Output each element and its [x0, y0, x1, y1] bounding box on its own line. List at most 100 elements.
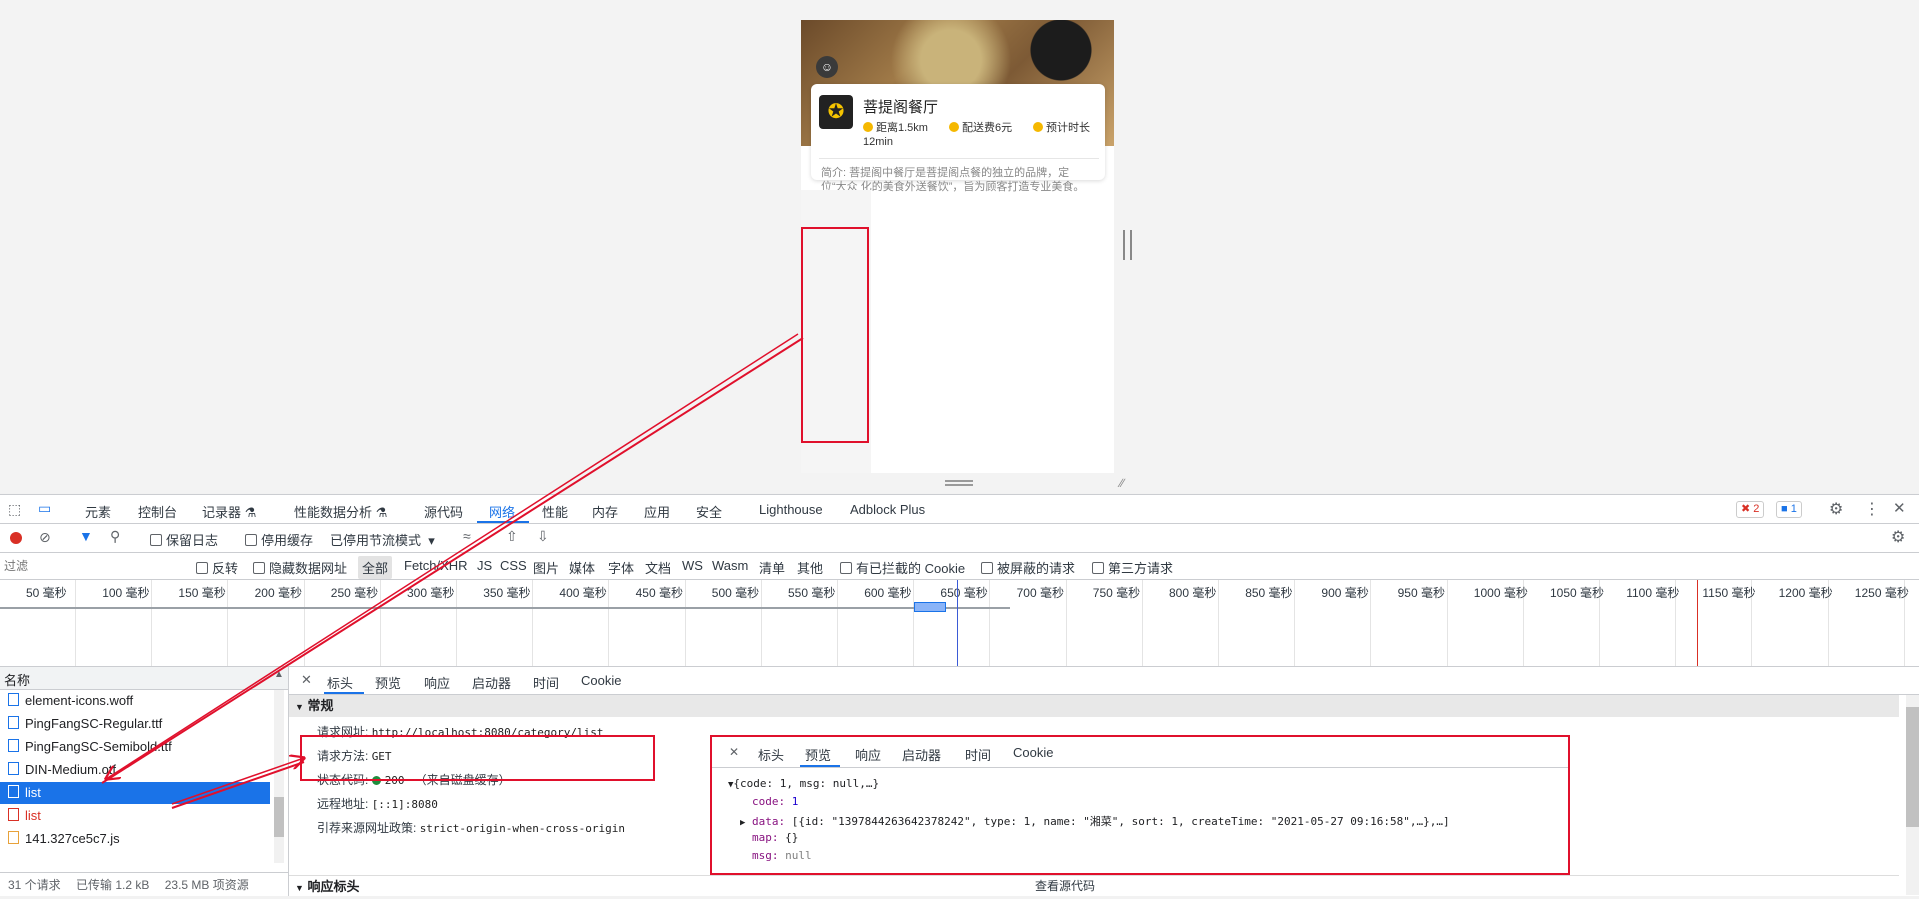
request-row[interactable]: PingFangSC-Semibold.ttf — [0, 736, 270, 758]
network-settings-icon[interactable]: ⚙ — [1891, 527, 1905, 547]
close-details-icon[interactable]: ✕ — [301, 672, 312, 688]
timeline-tick-label: 750 毫秒 — [1092, 586, 1141, 600]
active-preview-tab-indicator — [800, 765, 840, 767]
preview-tab-response[interactable]: 响应 — [855, 745, 881, 764]
filter-type-img[interactable]: 图片 — [533, 558, 559, 577]
json-root-row[interactable]: ▼{code: 1, msg: null,…} — [728, 777, 879, 790]
tab-security[interactable]: 安全 — [696, 502, 722, 521]
tab-network[interactable]: 网络 — [489, 502, 515, 521]
view-source-link[interactable]: 查看源代码 — [1035, 877, 1095, 894]
request-row-error[interactable]: list — [0, 805, 270, 827]
filter-icon[interactable]: ▼ — [79, 528, 93, 544]
export-har-icon[interactable]: ⇩ — [537, 528, 549, 545]
filter-type-manifest[interactable]: 清单 — [759, 558, 785, 577]
network-toolbar: ⊘ ▼ ⚲ 保留日志 停用缓存 已停用节流模式 ▾ ≈ ⇧ ⇩ ⚙ — [0, 524, 1919, 553]
settings-gear-icon[interactable]: ⚙ — [1829, 499, 1843, 519]
tab-memory[interactable]: 内存 — [592, 502, 618, 521]
tab-performance-insights[interactable]: 性能数据分析 ⚗ — [294, 502, 387, 521]
hide-data-urls-checkbox[interactable]: 隐藏数据网址 — [253, 558, 347, 577]
sort-up-icon[interactable]: ▲ — [274, 669, 284, 680]
devtools-tab-bar: ⬚ ▭ 元素 控制台 记录器 ⚗ 性能数据分析 ⚗ 源代码 网络 性能 内存 应… — [0, 495, 1919, 524]
filter-type-doc[interactable]: 文档 — [645, 558, 671, 577]
blocked-requests-checkbox[interactable]: 被屏蔽的请求 — [981, 558, 1075, 577]
filter-type-other[interactable]: 其他 — [797, 558, 823, 577]
tab-console[interactable]: 控制台 — [138, 502, 177, 521]
filter-type-font[interactable]: 字体 — [608, 558, 634, 577]
checkbox[interactable] — [245, 534, 257, 546]
message-badge[interactable]: ■ 1 — [1776, 501, 1802, 518]
import-har-icon[interactable]: ⇧ — [506, 528, 518, 545]
filter-type-ws[interactable]: WS — [682, 558, 703, 573]
request-list-scrollbar[interactable] — [274, 690, 284, 863]
close-preview-icon[interactable]: ✕ — [729, 745, 739, 759]
resize-handle-vertical[interactable] — [1123, 230, 1132, 260]
checkbox[interactable] — [150, 534, 162, 546]
name-column-header[interactable]: 名称 — [4, 670, 30, 689]
filter-type-all[interactable]: 全部 — [358, 556, 393, 579]
general-section-header[interactable]: ▼ 常规 — [289, 695, 1899, 717]
filter-type-wasm[interactable]: Wasm — [712, 558, 748, 573]
request-row[interactable]: 141.327ce5c7.js — [0, 828, 270, 850]
tab-recorder[interactable]: 记录器 ⚗ — [202, 502, 256, 521]
tab-elements[interactable]: 元素 — [85, 502, 111, 521]
network-timeline-overview[interactable]: 50 毫秒 100 毫秒 150 毫秒 200 毫秒 250 毫秒 300 毫秒 350 毫… — [0, 580, 1919, 667]
preview-tab-initiator[interactable]: 启动器 — [902, 745, 941, 764]
tab-application[interactable]: 应用 — [644, 502, 670, 521]
disable-cache-checkbox[interactable]: 停用缓存 — [245, 530, 313, 549]
clear-icon[interactable]: ⊘ — [39, 529, 51, 546]
tab-response[interactable]: 响应 — [424, 673, 450, 692]
request-row-selected[interactable]: list — [0, 782, 270, 804]
preview-tab-timing[interactable]: 时间 — [965, 745, 991, 764]
json-data-row[interactable]: ▶ data: [{id: "1397844263642378242", typ… — [740, 813, 1450, 829]
inspect-icon[interactable]: ⬚ — [8, 501, 21, 518]
response-preview-overlay: ✕ 标头 预览 响应 启动器 时间 Cookie ▼{code: 1, msg:… — [710, 735, 1570, 875]
tab-cookies[interactable]: Cookie — [581, 673, 621, 688]
preview-tab-cookies[interactable]: Cookie — [1013, 745, 1053, 760]
filter-type-css[interactable]: CSS — [500, 558, 527, 573]
record-button[interactable] — [10, 532, 22, 544]
preview-tab-headers[interactable]: 标头 — [758, 745, 784, 764]
preview-tab-preview[interactable]: 预览 — [805, 745, 831, 764]
details-scroll-thumb[interactable] — [1906, 707, 1919, 827]
checkbox[interactable] — [981, 562, 993, 574]
corner-resize-icon[interactable]: ∕∕ — [1120, 476, 1124, 490]
checkbox[interactable] — [840, 562, 852, 574]
tab-headers[interactable]: 标头 — [327, 673, 353, 692]
wifi-icon[interactable]: ≈ — [463, 528, 471, 544]
filter-type-media[interactable]: 媒体 — [569, 558, 595, 577]
tab-sources[interactable]: 源代码 — [424, 502, 463, 521]
timeline-tick-label: 150 毫秒 — [178, 586, 226, 600]
request-row[interactable]: element-icons.woff — [0, 690, 270, 712]
tab-performance[interactable]: 性能 — [542, 502, 568, 521]
font-file-icon — [8, 762, 19, 775]
search-icon[interactable]: ⚲ — [110, 528, 120, 545]
resize-handle-horizontal[interactable] — [945, 480, 973, 486]
tab-lighthouse[interactable]: Lighthouse — [759, 502, 823, 517]
annotation-box-empty-category — [801, 227, 869, 443]
request-list-scroll-thumb[interactable] — [274, 797, 284, 837]
tab-initiator[interactable]: 启动器 — [472, 673, 511, 692]
filter-type-fetch-xhr[interactable]: Fetch/XHR — [404, 558, 468, 573]
checkbox[interactable] — [196, 562, 208, 574]
throttling-select[interactable]: 已停用节流模式 ▾ — [330, 530, 435, 549]
request-row[interactable]: PingFangSC-Regular.ttf — [0, 713, 270, 735]
tab-adblock-plus[interactable]: Adblock Plus — [850, 502, 925, 517]
filter-type-js[interactable]: JS — [477, 558, 492, 573]
close-devtools-icon[interactable]: ✕ — [1893, 499, 1906, 517]
request-row[interactable]: DIN-Medium.otf — [0, 759, 270, 781]
user-icon[interactable]: ☺ — [816, 56, 838, 78]
third-party-checkbox[interactable]: 第三方请求 — [1092, 558, 1173, 577]
blocked-cookies-checkbox[interactable]: 有已拦截的 Cookie — [840, 558, 965, 577]
tab-timing[interactable]: 时间 — [533, 673, 559, 692]
tab-preview[interactable]: 预览 — [375, 673, 401, 692]
checkbox[interactable] — [253, 562, 265, 574]
timeline-tick-label: 1100 毫秒 — [1626, 586, 1680, 600]
more-options-icon[interactable]: ⋮ — [1864, 499, 1880, 519]
error-badge[interactable]: ✖ 2 — [1736, 501, 1765, 518]
preserve-log-checkbox[interactable]: 保留日志 — [150, 530, 218, 549]
device-toggle-icon[interactable]: ▭ — [38, 500, 51, 517]
timeline-tick-label: 200 毫秒 — [254, 586, 302, 600]
checkbox[interactable] — [1092, 562, 1104, 574]
invert-checkbox[interactable]: 反转 — [196, 558, 238, 577]
filter-input[interactable] — [2, 556, 184, 576]
